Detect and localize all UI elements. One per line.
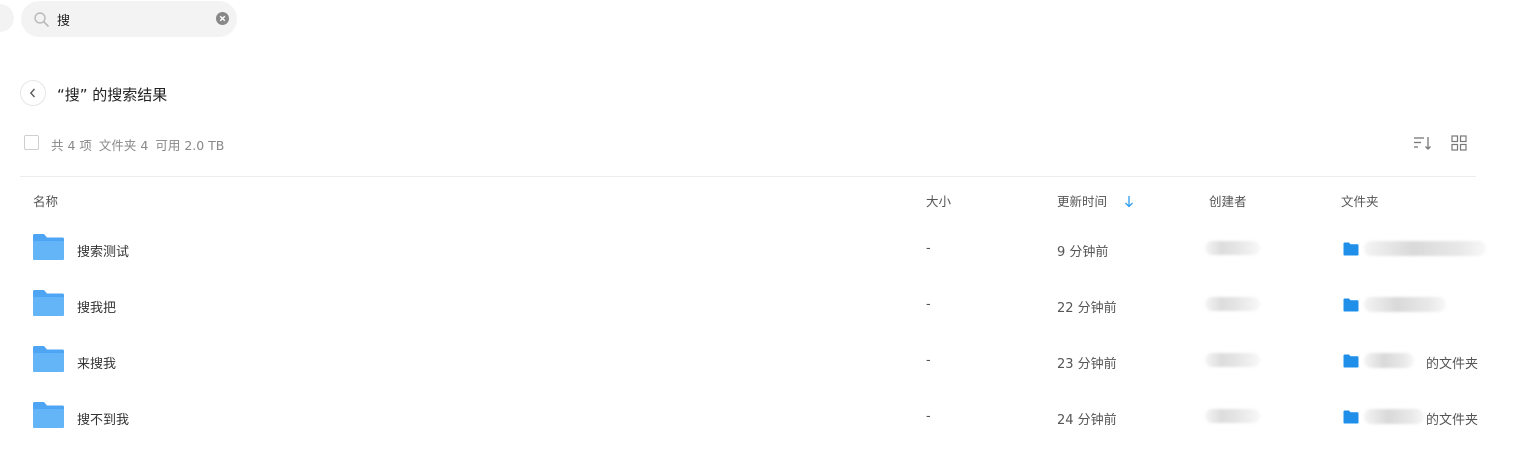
item-name[interactable]: 搜不到我 xyxy=(77,409,129,428)
column-header-name[interactable]: 名称 xyxy=(33,191,58,210)
search-input[interactable] xyxy=(57,8,217,30)
sort-desc-arrow-icon[interactable] xyxy=(1124,193,1134,212)
column-header-folder[interactable]: 文件夹 xyxy=(1341,191,1379,210)
location-folder-icon xyxy=(1343,241,1359,260)
location-blurred xyxy=(1364,353,1414,368)
table-row[interactable]: 搜不到我 - 24 分钟前 的文件夹 xyxy=(20,389,1478,445)
creator-blurred xyxy=(1205,295,1261,313)
column-header-size[interactable]: 大小 xyxy=(926,191,951,210)
item-size: - xyxy=(926,297,931,312)
location-folder-icon xyxy=(1343,409,1359,428)
item-updated: 23 分钟前 xyxy=(1057,357,1117,372)
column-header-creator[interactable]: 创建者 xyxy=(1209,191,1247,210)
item-updated: 9 分钟前 xyxy=(1057,245,1109,260)
location-blurred xyxy=(1364,409,1424,424)
location-folder-icon xyxy=(1343,297,1359,316)
clear-search-icon[interactable] xyxy=(216,12,229,25)
location-text[interactable]: 的文件夹 xyxy=(1426,353,1478,372)
folder-icon xyxy=(32,289,65,321)
item-updated: 22 分钟前 xyxy=(1057,301,1117,316)
location-folder-icon xyxy=(1343,353,1359,372)
item-size: - xyxy=(926,409,931,424)
divider xyxy=(20,176,1476,177)
nav-edge-button[interactable] xyxy=(0,4,14,32)
location-text[interactable]: 的文件夹 xyxy=(1426,409,1478,428)
sort-icon[interactable] xyxy=(1413,135,1433,155)
item-name[interactable]: 搜我把 xyxy=(77,297,116,316)
back-button[interactable] xyxy=(20,80,46,106)
page-title: “搜” 的搜索结果 xyxy=(57,86,168,104)
summary-total: 共 4 项 xyxy=(51,138,92,153)
chevron-left-icon xyxy=(29,88,35,98)
item-updated: 24 分钟前 xyxy=(1057,413,1117,428)
grid-view-icon[interactable] xyxy=(1451,135,1467,155)
summary-info: 共 4 项文件夹 4 可用 2.0 TB xyxy=(51,135,231,154)
table-row[interactable]: 来搜我 - 23 分钟前 的文件夹 xyxy=(20,333,1478,389)
item-name[interactable]: 搜索测试 xyxy=(77,241,129,260)
summary-folders: 文件夹 4 xyxy=(98,138,149,153)
item-size: - xyxy=(926,241,931,256)
folder-icon xyxy=(32,233,65,265)
search-icon xyxy=(33,11,50,28)
folder-icon xyxy=(32,345,65,377)
creator-blurred xyxy=(1205,407,1261,425)
creator-blurred xyxy=(1205,351,1261,369)
creator-blurred xyxy=(1205,239,1261,257)
summary-available: 可用 2.0 TB xyxy=(155,138,225,153)
location-blurred xyxy=(1364,297,1446,312)
select-all-checkbox[interactable] xyxy=(24,135,39,150)
search-bar xyxy=(21,1,237,37)
table-row[interactable]: 搜索测试 - 9 分钟前 xyxy=(20,221,1486,277)
column-header-updated[interactable]: 更新时间 xyxy=(1057,191,1107,210)
location-blurred xyxy=(1364,241,1486,256)
table-row[interactable]: 搜我把 - 22 分钟前 xyxy=(20,277,1476,333)
item-name[interactable]: 来搜我 xyxy=(77,353,116,372)
item-size: - xyxy=(926,353,931,368)
folder-icon xyxy=(32,401,65,433)
